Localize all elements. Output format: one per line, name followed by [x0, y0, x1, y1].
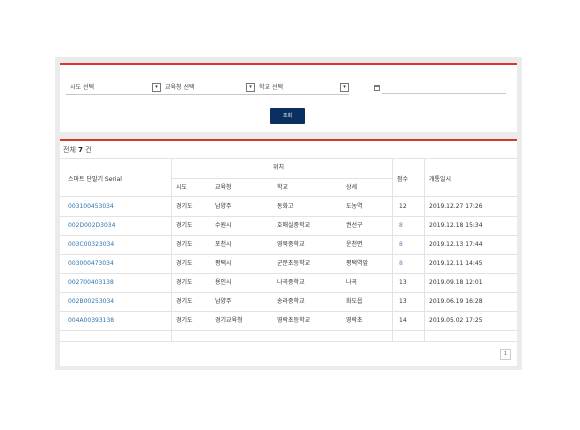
- header-score: 점수: [397, 176, 409, 183]
- cell-detail: 나곡: [346, 279, 358, 286]
- divider: [60, 235, 517, 236]
- cell-office: 포천시: [215, 241, 232, 248]
- cell-detail: 운천면: [346, 241, 363, 248]
- serial-link[interactable]: 003100453034: [68, 197, 114, 216]
- cell-school: 군문초등학교: [277, 260, 311, 267]
- chevron-down-icon[interactable]: ▾: [246, 83, 255, 92]
- cell-school: 영북중학교: [277, 241, 305, 248]
- header-sido: 시도: [176, 184, 188, 191]
- total-suffix: 건: [85, 146, 92, 154]
- divider: [60, 292, 517, 293]
- cell-school: 영락초등학교: [277, 317, 311, 324]
- table-row: 003100453034 경기도 남양주 동화고 도농역 12 2019.12.…: [60, 197, 517, 216]
- cell-detail: 평택역앞: [346, 260, 369, 267]
- office-select-label: 교육청 선택: [165, 84, 195, 91]
- region-select-label: 시도 선택: [70, 84, 94, 91]
- search-button[interactable]: 조회: [270, 108, 305, 124]
- cell-opened: 2019.12.13 17:44: [429, 241, 483, 248]
- divider: [60, 254, 517, 255]
- region-select[interactable]: 시도 선택 ▾: [66, 81, 161, 95]
- cell-office: 남양주: [215, 203, 232, 210]
- cell-score: 8: [399, 260, 403, 267]
- divider: [60, 216, 517, 217]
- cell-office: 용인시: [215, 279, 232, 286]
- table-row: 003000473034 경기도 평택시 군문초등학교 평택역앞 8 2019.…: [60, 254, 517, 273]
- cell-sido: 경기도: [176, 222, 193, 229]
- total-count: 전체 7 건: [63, 145, 92, 155]
- divider: [60, 311, 517, 312]
- table-row: 004A00393138 경기도 경기교육청 영락초등학교 영락초 14 201…: [60, 311, 517, 330]
- cell-opened: 2019.12.11 14:45: [429, 260, 483, 267]
- serial-link[interactable]: 002700403138: [68, 273, 114, 292]
- table-row: 002B00253034 경기도 남양주 송라중학교 화도읍 13 2019.0…: [60, 292, 517, 311]
- divider: [60, 341, 517, 342]
- cell-score: 12: [399, 203, 407, 210]
- cell-score: 8: [399, 241, 403, 248]
- header-location: 위치: [273, 164, 285, 171]
- school-select-label: 학교 선택: [259, 84, 283, 91]
- total-number: 7: [78, 146, 83, 154]
- cell-detail: 도농역: [346, 203, 363, 210]
- cell-opened: 2019.09.18 12:01: [429, 279, 483, 286]
- cell-sido: 경기도: [176, 241, 193, 248]
- cell-score: 8: [399, 222, 403, 229]
- cell-opened: 2019.05.02 17:25: [429, 317, 483, 324]
- divider: [60, 158, 517, 159]
- header-office: 교육청: [215, 184, 232, 191]
- cell-school: 호매실중학교: [277, 222, 311, 229]
- divider: [60, 330, 517, 331]
- cell-sido: 경기도: [176, 203, 193, 210]
- header-opened: 개통일시: [429, 176, 452, 183]
- chevron-down-icon[interactable]: ▾: [152, 83, 161, 92]
- serial-link[interactable]: 002B00253034: [68, 292, 114, 311]
- header-serial: 스마트 단말기 Serial: [68, 176, 122, 183]
- table-row: 003C00323034 경기도 포천시 영북중학교 운천면 8 2019.12…: [60, 235, 517, 254]
- school-select[interactable]: 학교 선택 ▾: [255, 81, 349, 95]
- cell-opened: 2019.12.27 17:26: [429, 203, 483, 210]
- total-prefix: 전체: [63, 146, 76, 154]
- cell-office: 남양주: [215, 298, 232, 305]
- office-select[interactable]: 교육청 선택 ▾: [161, 81, 255, 95]
- divider: [171, 178, 392, 179]
- cell-school: 송라중학교: [277, 298, 305, 305]
- cell-sido: 경기도: [176, 298, 193, 305]
- cell-score: 13: [399, 298, 407, 305]
- cell-detail: 영락초: [346, 317, 363, 324]
- table-row: 002700403138 경기도 용인시 나곡중학교 나곡 13 2019.09…: [60, 273, 517, 292]
- cell-office: 평택시: [215, 260, 232, 267]
- cell-opened: 2019.06.19 16:28: [429, 298, 483, 305]
- serial-link[interactable]: 003000473034: [68, 254, 114, 273]
- cell-score: 14: [399, 317, 407, 324]
- cell-sido: 경기도: [176, 279, 193, 286]
- header-school: 학교: [277, 184, 289, 191]
- serial-link[interactable]: 002D002D3034: [68, 216, 115, 235]
- divider: [60, 273, 517, 274]
- pagination-page[interactable]: 1: [500, 349, 511, 360]
- chevron-down-icon[interactable]: ▾: [340, 83, 349, 92]
- calendar-icon[interactable]: [374, 85, 380, 91]
- date-field[interactable]: [382, 93, 506, 94]
- cell-opened: 2019.12.18 15:34: [429, 222, 483, 229]
- serial-link[interactable]: 003C00323034: [68, 235, 114, 254]
- cell-school: 동화고: [277, 203, 294, 210]
- filter-panel: 시도 선택 ▾ 교육청 선택 ▾ 학교 선택 ▾ 조회: [60, 63, 517, 132]
- cell-sido: 경기도: [176, 260, 193, 267]
- table-row: 002D002D3034 경기도 수원시 호매실중학교 권선구 8 2019.1…: [60, 216, 517, 235]
- cell-sido: 경기도: [176, 317, 193, 324]
- cell-detail: 화도읍: [346, 298, 363, 305]
- result-panel: 전체 7 건 위치 스마트 단말기 Serial 점수 개통일시 시도 교육청 …: [60, 139, 517, 366]
- cell-detail: 권선구: [346, 222, 363, 229]
- content-frame: 시도 선택 ▾ 교육청 선택 ▾ 학교 선택 ▾ 조회 전체 7 건 위치 스마…: [55, 57, 522, 370]
- cell-office: 수원시: [215, 222, 232, 229]
- header-detail: 상세: [346, 184, 358, 191]
- cell-score: 13: [399, 279, 407, 286]
- cell-office: 경기교육청: [215, 317, 243, 324]
- serial-link[interactable]: 004A00393138: [68, 311, 114, 330]
- cell-school: 나곡중학교: [277, 279, 305, 286]
